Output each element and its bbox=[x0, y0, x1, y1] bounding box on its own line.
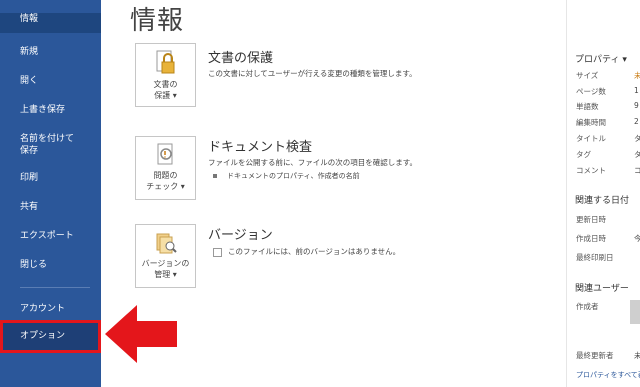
date-value-created: 今 bbox=[634, 234, 640, 243]
show-all-properties-link[interactable]: プロパティをすべて表 bbox=[576, 370, 640, 380]
check-tile-label-1: 問題の bbox=[153, 171, 178, 180]
prop-value-tags[interactable]: タ bbox=[634, 149, 640, 160]
nav-export[interactable]: エクスポート bbox=[0, 230, 101, 242]
versions-icon bbox=[156, 233, 177, 254]
date-label-printed: 最終印刷日 bbox=[576, 253, 614, 262]
nav-account-label: アカウント bbox=[20, 304, 66, 314]
prop-label-title: タイトル bbox=[576, 134, 606, 143]
manage-versions-button[interactable]: バージョンの 管理 ▾ bbox=[135, 224, 196, 288]
nav-options-label: オプション bbox=[20, 331, 66, 341]
date-label-created: 作成日時 bbox=[576, 234, 606, 243]
inspect-title: ドキュメント検査 bbox=[208, 140, 313, 155]
author-avatar bbox=[630, 300, 640, 324]
inspect-bullet: ドキュメントのプロパティ、作成者の名前 bbox=[213, 171, 360, 181]
lock-icon bbox=[156, 50, 175, 74]
related-dates-heading: 関連する日付 bbox=[575, 196, 630, 206]
inspect-bullet-text: ドキュメントのプロパティ、作成者の名前 bbox=[227, 172, 360, 180]
prop-label-tags: タグ bbox=[576, 150, 591, 159]
bullet-square-icon bbox=[213, 174, 217, 178]
versions-desc: このファイルには、前のバージョンはありません。 bbox=[213, 246, 400, 257]
prop-value-pages: 1 bbox=[634, 86, 639, 95]
prop-value-comments[interactable]: コ bbox=[634, 165, 640, 176]
date-label-modified: 更新日時 bbox=[576, 215, 606, 224]
protect-title: 文書の保護 bbox=[208, 51, 274, 66]
nav-options[interactable]: オプション bbox=[0, 320, 101, 353]
versions-title: バージョン bbox=[208, 228, 273, 243]
people-label-author: 作成者 bbox=[576, 302, 599, 311]
inspect-document-icon bbox=[157, 143, 173, 165]
sidebar-divider bbox=[20, 287, 90, 288]
versions-tile-label-1: バージョンの bbox=[141, 259, 190, 268]
prop-value-edit-time: 2 bbox=[634, 117, 639, 126]
nav-close-label: 閉じる bbox=[20, 260, 48, 270]
protect-desc: この文書に対してユーザーが行える変更の種類を管理します。 bbox=[208, 69, 417, 78]
nav-save-as-label: 名前を付けて 保存 bbox=[20, 134, 75, 156]
nav-open-label: 開く bbox=[20, 76, 39, 86]
versions-tile-label-2: 管理 ▾ bbox=[154, 270, 177, 279]
nav-new-label: 新規 bbox=[20, 47, 39, 57]
nav-close[interactable]: 閉じる bbox=[0, 259, 101, 271]
check-issues-button[interactable]: 問題の チェック ▾ bbox=[135, 136, 196, 200]
versions-desc-text: このファイルには、前のバージョンはありません。 bbox=[228, 247, 401, 256]
nav-save-label: 上書き保存 bbox=[20, 105, 66, 115]
nav-open[interactable]: 開く bbox=[0, 75, 101, 87]
check-tile-label-2: チェック ▾ bbox=[146, 182, 185, 191]
nav-info-label: 情報 bbox=[20, 14, 39, 24]
nav-export-label: エクスポート bbox=[20, 231, 74, 241]
nav-new[interactable]: 新規 bbox=[0, 46, 101, 58]
people-value-last-modified-by: 未 bbox=[634, 351, 640, 360]
nav-info[interactable]: 情報 bbox=[0, 13, 101, 33]
related-people-heading: 関連ユーザー bbox=[575, 284, 629, 294]
protect-tile-label-1: 文書の bbox=[153, 80, 178, 89]
protect-tile-label-2: 保護 ▾ bbox=[154, 91, 177, 100]
prop-label-comments: コメント bbox=[576, 166, 606, 175]
nav-account[interactable]: アカウント bbox=[0, 303, 101, 315]
red-arrow-icon bbox=[105, 305, 177, 363]
page-title: 情報 bbox=[130, 6, 185, 36]
prop-value-title[interactable]: タ bbox=[634, 133, 640, 144]
nav-print-label: 印刷 bbox=[20, 173, 39, 183]
backstage-sidebar: 情報 新規 開く 上書き保存 名前を付けて 保存 印刷 共有 エクスポート 閉じ… bbox=[0, 0, 101, 387]
pane-divider bbox=[566, 0, 567, 387]
nav-save-as[interactable]: 名前を付けて 保存 bbox=[0, 133, 101, 157]
nav-share[interactable]: 共有 bbox=[0, 201, 101, 213]
prop-label-size: サイズ bbox=[576, 71, 599, 80]
prop-label-pages: ページ数 bbox=[576, 87, 606, 96]
nav-save[interactable]: 上書き保存 bbox=[0, 104, 101, 116]
protect-document-button[interactable]: 文書の 保護 ▾ bbox=[135, 43, 196, 107]
inspect-desc: ファイルを公開する前に、ファイルの次の項目を確認します。 bbox=[208, 158, 418, 167]
prop-label-edit-time: 編集時間 bbox=[576, 118, 606, 127]
prop-value-words: 9 bbox=[634, 101, 639, 110]
nav-share-label: 共有 bbox=[20, 202, 39, 212]
versions-small-icon bbox=[213, 247, 222, 257]
people-label-last-modified-by: 最終更新者 bbox=[576, 351, 614, 360]
prop-label-words: 単語数 bbox=[576, 102, 599, 111]
nav-print[interactable]: 印刷 bbox=[0, 172, 101, 184]
prop-value-size: 未 bbox=[634, 71, 640, 80]
properties-heading[interactable]: プロパティ ▾ bbox=[575, 52, 627, 65]
